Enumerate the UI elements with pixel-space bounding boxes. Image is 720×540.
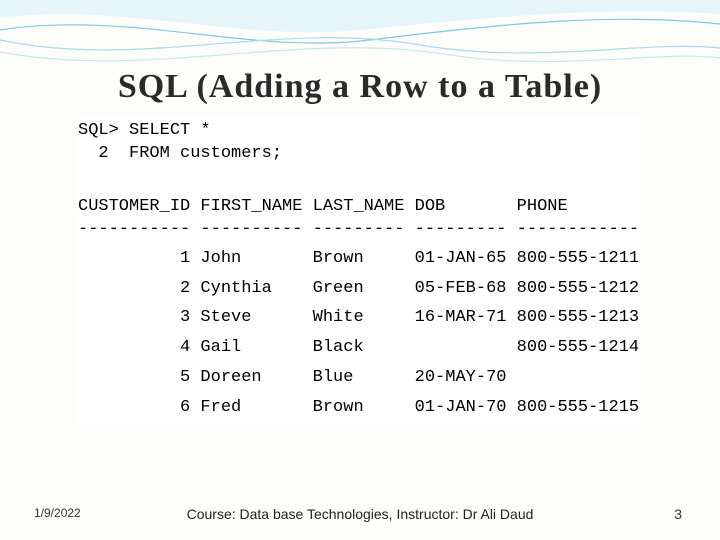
table-row: 1 John Brown 01-JAN-65 800-555-1211	[78, 244, 640, 274]
sql-output-block: SQL> SELECT * 2 FROM customers; CUSTOMER…	[78, 118, 640, 430]
table-row: 5 Doreen Blue 20-MAY-70	[78, 363, 640, 393]
table-divider: ----------- ---------- --------- -------…	[78, 219, 640, 242]
table-row: 6 Fred Brown 01-JAN-70 800-555-1215	[78, 393, 640, 423]
page-title: SQL (Adding a Row to a Table)	[0, 68, 720, 106]
slide-footer: 1/9/2022 Course: Data base Technologies,…	[0, 506, 720, 522]
footer-course: Course: Data base Technologies, Instruct…	[0, 506, 720, 522]
table-row: 3 Steve White 16-MAR-71 800-555-1213	[78, 303, 640, 333]
footer-page-number: 3	[674, 506, 682, 522]
sql-prompt-line-1: SQL> SELECT *	[78, 120, 640, 143]
table-row: 2 Cynthia Green 05-FEB-68 800-555-1212	[78, 274, 640, 304]
sql-prompt-line-2: 2 FROM customers;	[78, 143, 640, 166]
table-header: CUSTOMER_ID FIRST_NAME LAST_NAME DOB PHO…	[78, 196, 640, 219]
table-row: 4 Gail Black 800-555-1214	[78, 333, 640, 363]
table-body: 1 John Brown 01-JAN-65 800-555-1211 2 Cy…	[78, 244, 640, 423]
footer-date: 1/9/2022	[34, 506, 81, 520]
